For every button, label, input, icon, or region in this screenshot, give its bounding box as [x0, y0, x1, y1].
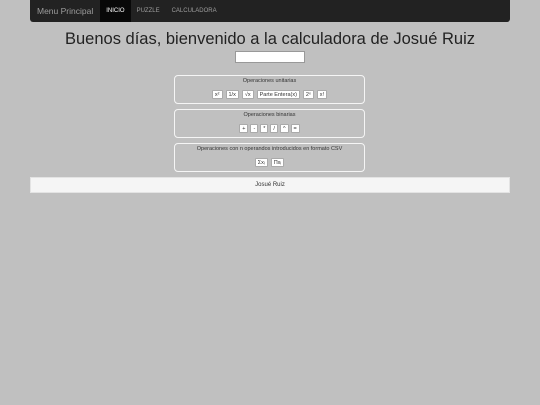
binary-operations-panel: Operaciones binarias + - * / ^ = [174, 109, 365, 138]
power-button[interactable]: ^ [279, 124, 289, 133]
subtract-button[interactable]: - [250, 124, 259, 133]
sqrt-button[interactable]: √x [241, 90, 254, 99]
nary-panel-title: Operaciones con n operandos introducidos… [196, 146, 343, 152]
unary-operations-panel: Operaciones unitarias x² 1/x √x Parte En… [174, 75, 365, 104]
nav-item-calculadora[interactable]: CALCULADORA [166, 0, 223, 22]
calculator-display-input[interactable] [235, 51, 305, 63]
factorial-button[interactable]: x! [316, 90, 328, 99]
binary-panel-title: Operaciones binarias [243, 112, 296, 118]
top-navbar: Menu Principal INICIO PUZZLE CALCULADORA [30, 0, 510, 22]
multiply-button[interactable]: * [260, 124, 269, 133]
equals-button[interactable]: = [290, 124, 300, 133]
reciprocal-button[interactable]: 1/x [225, 90, 239, 99]
add-button[interactable]: + [239, 124, 249, 133]
nav-item-inicio[interactable]: INICIO [100, 0, 131, 22]
power-of-two-button[interactable]: 2ˣ [302, 90, 314, 99]
sum-button[interactable]: Σxᵢ [254, 158, 268, 167]
navbar-brand[interactable]: Menu Principal [30, 0, 100, 22]
nary-operations-panel: Operaciones con n operandos introducidos… [174, 143, 365, 172]
unary-panel-title: Operaciones unitarias [242, 78, 297, 84]
integer-part-button[interactable]: Parte Entera(x) [256, 90, 300, 99]
nav-item-puzzle[interactable]: PUZZLE [131, 0, 166, 22]
footer: Josué Ruiz [30, 177, 510, 193]
product-button[interactable]: Πxᵢ [270, 158, 285, 167]
divide-button[interactable]: / [270, 124, 278, 133]
square-button[interactable]: x² [211, 90, 223, 99]
page-title: Buenos días, bienvenido a la calculadora… [64, 30, 476, 48]
